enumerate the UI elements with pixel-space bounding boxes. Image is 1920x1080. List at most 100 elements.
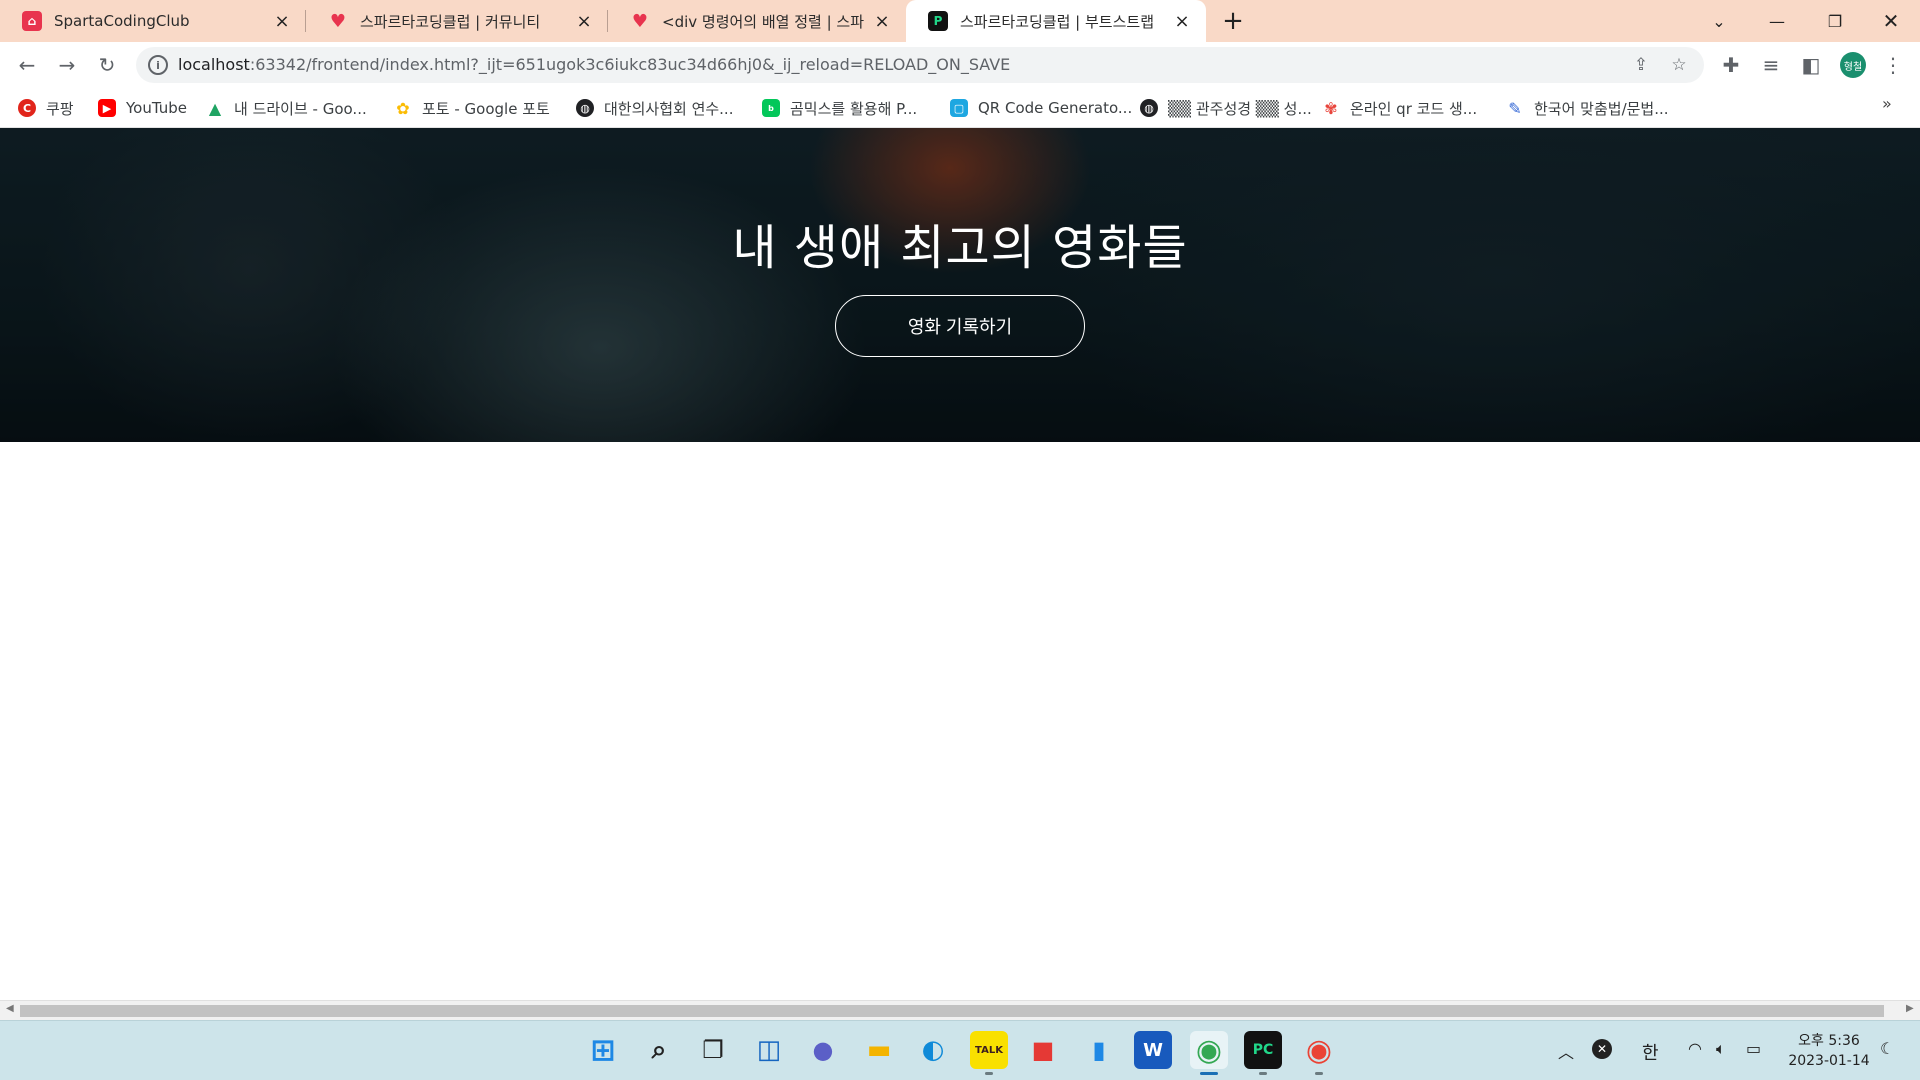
teams-chat-icon[interactable]: ●: [804, 1031, 842, 1069]
globe-icon: ◍: [576, 99, 594, 117]
blog-icon: b: [762, 99, 780, 117]
tab-title: 스파르타코딩클럽 | 커뮤니티: [360, 12, 541, 31]
system-clock[interactable]: 오후 5:36 2023-01-14: [1784, 1031, 1874, 1071]
bookmark-label: 대한의사협회 연수...: [604, 99, 734, 118]
restore-button[interactable]: ❐: [1806, 0, 1864, 42]
battery-icon[interactable]: ▭: [1746, 1039, 1761, 1058]
tab-title: 스파르타코딩클럽 | 부트스트랩: [960, 12, 1154, 31]
globe-icon: ◍: [1140, 99, 1158, 117]
extensions-icon[interactable]: ✚: [1716, 50, 1746, 80]
pycharm-icon: P: [928, 11, 948, 31]
bookmark-google-photos[interactable]: ✿ 포토 - Google 포토: [394, 96, 550, 120]
search-icon[interactable]: ⌕: [640, 1031, 678, 1069]
bookmark-star-icon[interactable]: ☆: [1668, 54, 1690, 76]
tab-search-chevron-icon[interactable]: ⌄: [1690, 0, 1748, 42]
bookmark-label: 내 드라이브 - Goo...: [234, 99, 367, 118]
bookmark-label: QR Code Generato...: [978, 99, 1133, 117]
show-hidden-icons-chevron-icon[interactable]: ︿: [1558, 1039, 1574, 1063]
file-explorer-icon[interactable]: ▬: [860, 1031, 898, 1069]
clock-time: 오후 5:36: [1798, 1033, 1860, 1049]
bookmark-google-drive[interactable]: ▲ 내 드라이브 - Goo...: [206, 96, 367, 120]
bookmark-label: 곰믹스를 활용해 P...: [790, 99, 918, 118]
ime-indicator[interactable]: 한: [1642, 1039, 1659, 1065]
kakaotalk-icon[interactable]: TALK: [970, 1031, 1008, 1075]
bookmark-qr-generator[interactable]: ▢ QR Code Generato...: [950, 96, 1132, 120]
bookmark-kma[interactable]: ◍ 대한의사협회 연수...: [576, 96, 733, 120]
share-icon[interactable]: ⇪: [1630, 54, 1652, 76]
pycharm-icon[interactable]: PC: [1244, 1031, 1282, 1075]
record-movie-button[interactable]: 영화 기록하기: [835, 295, 1085, 357]
scroll-left-arrow-icon[interactable]: ◀: [6, 1003, 14, 1014]
close-icon[interactable]: ×: [1172, 11, 1192, 32]
tab-title: SpartaCodingClub: [54, 12, 190, 30]
tab-spartacodingclub[interactable]: ⌂ SpartaCodingClub ×: [0, 0, 306, 42]
bookmark-youtube[interactable]: ▶ YouTube: [98, 96, 187, 120]
focus-assist-icon[interactable]: ☾: [1880, 1039, 1894, 1058]
start-icon[interactable]: ⊞: [584, 1031, 622, 1069]
menu-kebab-icon[interactable]: ⋮: [1878, 50, 1908, 80]
side-panel-icon[interactable]: ◧: [1796, 50, 1826, 80]
url-text[interactable]: localhost:63342/frontend/index.html?_ijt…: [178, 55, 1010, 74]
chrome-icon[interactable]: ◉: [1190, 1031, 1228, 1075]
tab-div-sort[interactable]: ♥ <div 명령어의 배열 정렬 | 스파르 ×: [608, 0, 906, 42]
bookmark-online-qr[interactable]: ✾ 온라인 qr 코드 생...: [1322, 96, 1477, 120]
bookmark-coupang[interactable]: C 쿠팡: [18, 96, 74, 120]
minimize-button[interactable]: —: [1748, 0, 1806, 42]
bookmark-blog[interactable]: b 곰믹스를 활용해 P...: [762, 96, 917, 120]
spell-icon: ✎: [1508, 98, 1522, 118]
page-title: 내 생애 최고의 영화들: [732, 220, 1188, 276]
scrollbar-thumb[interactable]: [20, 1005, 1884, 1017]
heart-icon: ♥: [329, 10, 347, 32]
volume-icon[interactable]: 🔈︎: [1716, 1039, 1726, 1059]
hero-banner: 내 생애 최고의 영화들 영화 기록하기: [0, 128, 1920, 442]
edge-icon[interactable]: ◐: [914, 1031, 952, 1069]
taskbar: ⊞ ⌕ ❐ ◫ ● ▬ ◐ TALK ■ ▮ W ◉ PC ◉ ︿ ✕ 한 ◠ …: [0, 1020, 1920, 1080]
chrome-profile-icon[interactable]: ◉: [1300, 1031, 1338, 1075]
hero-overlay: [0, 128, 1920, 442]
word-icon[interactable]: W: [1134, 1031, 1172, 1069]
bookmark-label: 포토 - Google 포토: [422, 99, 550, 118]
google-photos-icon: ✿: [396, 98, 410, 118]
app-tray-icon[interactable]: ✕: [1592, 1039, 1612, 1059]
site-info-icon[interactable]: i: [148, 55, 168, 75]
notepad-icon[interactable]: ▮: [1080, 1031, 1118, 1069]
tab-bootstrap[interactable]: P 스파르타코딩클럽 | 부트스트랩 ×: [906, 0, 1206, 42]
coupang-icon: C: [18, 99, 36, 117]
bookmark-bible[interactable]: ◍ ▒▒ 관주성경 ▒▒ 성...: [1140, 96, 1312, 120]
tab-title: <div 명령어의 배열 정렬 | 스파르: [662, 12, 864, 31]
address-bar[interactable]: i localhost:63342/frontend/index.html?_i…: [136, 47, 1704, 83]
bookmark-spellcheck[interactable]: ✎ 한국어 맞춤법/문법...: [1506, 96, 1669, 120]
media-controls-icon[interactable]: ≡: [1756, 50, 1786, 80]
bookmark-label: 온라인 qr 코드 생...: [1350, 99, 1478, 118]
bookmark-label: 쿠팡: [46, 99, 74, 118]
close-icon[interactable]: ×: [872, 11, 892, 32]
bookmark-label: 한국어 맞춤법/문법...: [1534, 99, 1669, 118]
wifi-icon[interactable]: ◠: [1688, 1039, 1702, 1058]
horizontal-scrollbar[interactable]: ◀ ▶: [0, 1000, 1920, 1020]
sparta-icon: ⌂: [22, 11, 42, 31]
bookmarks-bar: C 쿠팡 ▶ YouTube ▲ 내 드라이브 - Goo... ✿ 포토 - …: [0, 88, 1920, 128]
new-tab-button[interactable]: +: [1218, 6, 1248, 36]
profile-avatar[interactable]: 형철: [1840, 52, 1866, 78]
heart-icon: ♥: [631, 10, 649, 32]
close-icon[interactable]: ×: [574, 11, 594, 32]
bookmark-label: ▒▒ 관주성경 ▒▒ 성...: [1168, 99, 1312, 118]
widgets-icon[interactable]: ◫: [750, 1031, 788, 1069]
forward-button[interactable]: →: [52, 50, 82, 80]
bookmark-label: YouTube: [126, 99, 187, 117]
google-drive-icon: ▲: [208, 98, 222, 118]
task-view-icon[interactable]: ❐: [694, 1031, 732, 1069]
back-button[interactable]: ←: [12, 50, 42, 80]
window-close-button[interactable]: ✕: [1862, 0, 1920, 42]
pdf-app-icon[interactable]: ■: [1024, 1031, 1062, 1069]
close-icon[interactable]: ×: [272, 11, 292, 32]
tab-strip: ⌂ SpartaCodingClub × ♥ 스파르타코딩클럽 | 커뮤니티 ×…: [0, 0, 1920, 42]
browser-toolbar: ← → ↻ i localhost:63342/frontend/index.h…: [0, 42, 1920, 88]
tab-community[interactable]: ♥ 스파르타코딩클럽 | 커뮤니티 ×: [306, 0, 608, 42]
clock-date: 2023-01-14: [1788, 1053, 1870, 1069]
scroll-right-arrow-icon[interactable]: ▶: [1906, 1003, 1914, 1014]
flower-icon: ✾: [1324, 98, 1338, 118]
bookmarks-overflow-icon[interactable]: »: [1882, 94, 1892, 113]
youtube-icon: ▶: [98, 99, 116, 117]
reload-button[interactable]: ↻: [92, 50, 122, 80]
